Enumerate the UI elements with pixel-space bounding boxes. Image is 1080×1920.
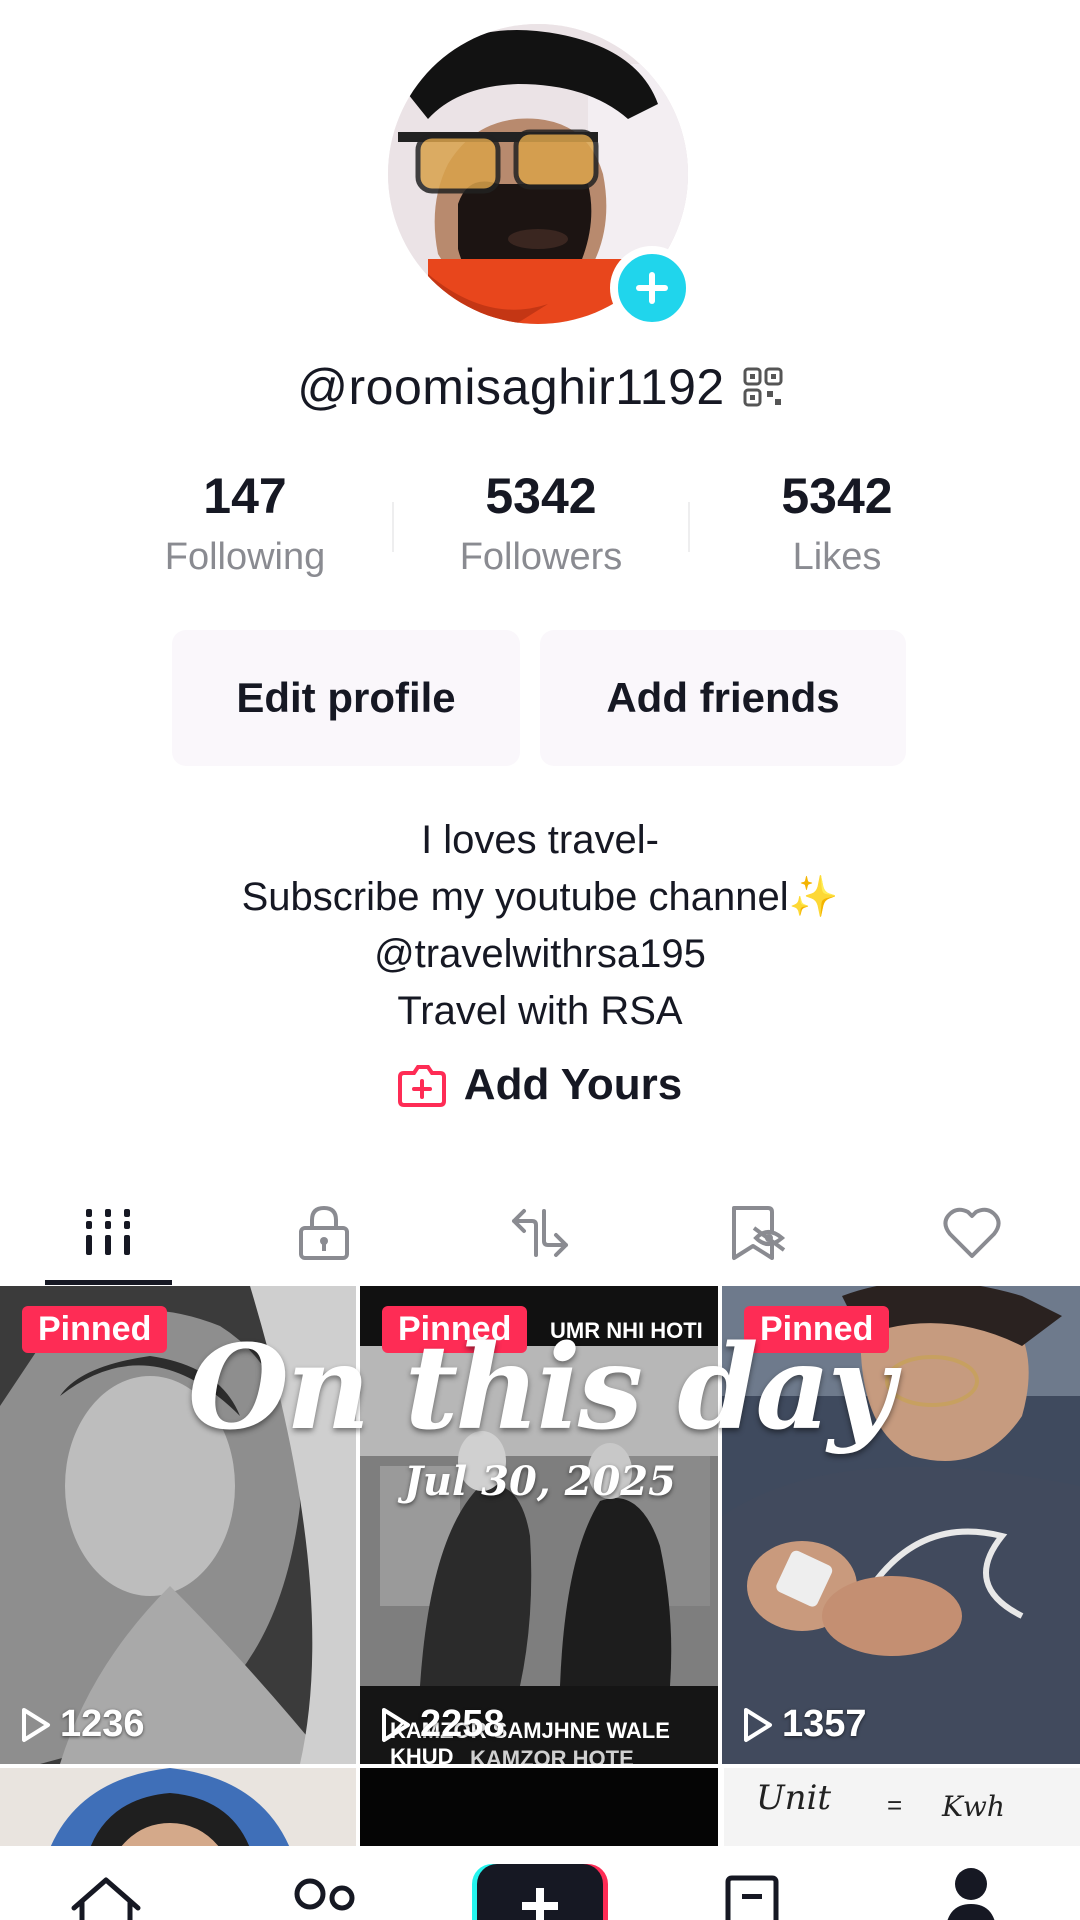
bottom-navigation xyxy=(0,1852,1080,1920)
likes-count: 5342 xyxy=(781,468,893,524)
handwritten-text: = xyxy=(887,1790,903,1820)
view-count: 1236 xyxy=(20,1703,145,1746)
inbox-icon xyxy=(725,1875,779,1920)
bio-line: Subscribe my youtube channel✨ xyxy=(241,875,839,919)
profile-screen: @roomisaghir1192 147 Following 5342 Foll… xyxy=(0,0,1080,1920)
add-avatar-button[interactable] xyxy=(610,246,694,330)
nav-home[interactable] xyxy=(68,1874,144,1920)
add-yours-label: Add Yours xyxy=(463,1060,683,1109)
following-label: Following xyxy=(164,536,326,578)
bio-line: Travel with RSA xyxy=(397,989,683,1033)
tab-reposts[interactable] xyxy=(432,1180,648,1286)
repost-icon xyxy=(512,1209,568,1257)
tab-videos[interactable] xyxy=(0,1180,216,1286)
handwritten-text: Kwh xyxy=(942,1790,1005,1823)
add-friends-button[interactable]: Add friends xyxy=(540,630,906,766)
view-count-value: 1236 xyxy=(60,1703,145,1745)
nav-create[interactable] xyxy=(472,1864,608,1920)
followers-label: Followers xyxy=(459,536,623,578)
following-count: 147 xyxy=(203,468,287,524)
bookmark-icon xyxy=(732,1206,786,1260)
bio-line: I loves travel- xyxy=(421,818,659,862)
on-this-day-title: On this day xyxy=(187,1320,895,1456)
stat-followers[interactable]: 5342 Followers xyxy=(391,466,691,579)
avatar-container[interactable] xyxy=(388,24,694,330)
likes-label: Likes xyxy=(792,536,882,578)
nav-profile[interactable] xyxy=(946,1866,996,1920)
video-tile[interactable] xyxy=(0,1768,356,1846)
view-count-value: 2258 xyxy=(420,1703,505,1745)
profile-tabs xyxy=(0,1180,1080,1286)
friends-icon xyxy=(294,1878,355,1911)
video-tile[interactable] xyxy=(360,1768,718,1846)
handwritten-text: Unit xyxy=(756,1778,832,1818)
on-this-day-date: Jul 30, 2025 xyxy=(404,1458,676,1505)
view-count: 2258 xyxy=(380,1703,505,1746)
stat-following[interactable]: 147 Following xyxy=(95,466,395,579)
nav-friends[interactable] xyxy=(290,1874,360,1920)
qr-code-icon[interactable] xyxy=(743,367,783,407)
video-thumbnail xyxy=(0,1768,356,1846)
tab-private[interactable] xyxy=(216,1180,432,1286)
bio: I loves travel- Subscribe my youtube cha… xyxy=(0,812,1080,1040)
create-icon xyxy=(472,1864,608,1920)
add-photo-icon xyxy=(397,1065,446,1107)
tab-liked[interactable] xyxy=(864,1180,1080,1286)
username-row: @roomisaghir1192 xyxy=(0,358,1080,416)
view-count-value: 1357 xyxy=(782,1703,867,1745)
followers-count: 5342 xyxy=(485,468,597,524)
video-caption: KAMZOR HOTE xyxy=(470,1746,634,1764)
add-yours-button[interactable]: Add Yours xyxy=(0,1060,1080,1110)
profile-stats: 147 Following 5342 Followers 5342 Likes xyxy=(0,466,1080,596)
play-icon xyxy=(22,1707,50,1742)
divider xyxy=(722,1768,724,1846)
username: @roomisaghir1192 xyxy=(297,359,725,415)
stat-likes[interactable]: 5342 Likes xyxy=(687,466,987,579)
edit-profile-button[interactable]: Edit profile xyxy=(172,630,520,766)
video-thumbnail xyxy=(360,1768,718,1846)
heart-icon xyxy=(943,1207,1001,1258)
plus-icon xyxy=(636,272,668,304)
videos-icon xyxy=(86,1209,130,1255)
nav-inbox[interactable] xyxy=(722,1874,782,1920)
bio-link[interactable]: @travelwithrsa195 xyxy=(0,926,1080,983)
view-count: 1357 xyxy=(742,1703,867,1746)
active-tab-indicator xyxy=(45,1280,172,1285)
play-icon xyxy=(382,1707,410,1742)
play-icon xyxy=(744,1707,772,1742)
video-tile[interactable]: Unit = Kwh xyxy=(722,1768,1080,1846)
home-icon xyxy=(71,1877,141,1920)
tab-saved[interactable] xyxy=(648,1180,864,1286)
lock-icon xyxy=(299,1205,349,1260)
profile-icon xyxy=(947,1868,995,1920)
